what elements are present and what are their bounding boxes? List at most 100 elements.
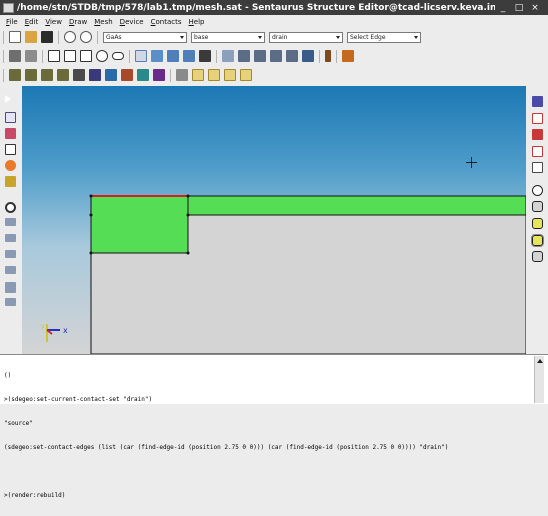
minimize-button[interactable]: _ xyxy=(495,3,511,13)
title-bar: /home/stn/STDB/tmp/578/lab1.tmp/mesh.sat… xyxy=(0,0,548,15)
select-box-icon[interactable] xyxy=(5,112,16,123)
scheme-console[interactable]: () >(sdegeo:set-current-contact-set "dra… xyxy=(0,354,548,499)
menu-help[interactable]: Help xyxy=(189,18,205,26)
extend-icon[interactable] xyxy=(183,50,195,62)
split-icon[interactable] xyxy=(151,50,163,62)
dimension-right-icon[interactable] xyxy=(254,50,266,62)
zoom-fit-icon[interactable] xyxy=(5,218,16,226)
rotate-icon[interactable] xyxy=(5,160,16,171)
save-icon[interactable] xyxy=(41,31,53,43)
doping-list-icon[interactable] xyxy=(532,146,543,157)
region-select[interactable]: base xyxy=(191,31,265,43)
drawing-viewport[interactable]: y x xyxy=(22,86,526,354)
view-mesh-icon[interactable] xyxy=(89,69,101,81)
selection-mode-select[interactable]: Select Edge xyxy=(347,31,421,43)
material-list-icon[interactable] xyxy=(532,129,543,140)
dimension-both-icon[interactable] xyxy=(270,50,282,62)
polygon-icon[interactable] xyxy=(64,50,76,62)
zoom-rect-icon[interactable] xyxy=(5,128,16,139)
y-axis-label: y xyxy=(41,323,45,330)
view-side-icon[interactable] xyxy=(41,69,53,81)
render-hidden-icon[interactable] xyxy=(532,251,543,262)
rectangle-icon[interactable] xyxy=(48,50,60,62)
view-materials-icon[interactable] xyxy=(153,69,165,81)
view-render-icon[interactable] xyxy=(73,69,85,81)
polyline-icon[interactable] xyxy=(80,50,92,62)
menu-view[interactable]: View xyxy=(45,18,62,26)
view-iso-icon[interactable] xyxy=(57,69,69,81)
boolean-icon[interactable] xyxy=(176,69,188,81)
zoom-icon[interactable] xyxy=(5,202,16,213)
maximize-button[interactable]: □ xyxy=(511,3,527,13)
boolean-subtract-icon[interactable] xyxy=(224,69,236,81)
console-line: "source" xyxy=(4,420,33,427)
ellipse-icon[interactable] xyxy=(112,52,124,60)
menu-draw[interactable]: Draw xyxy=(69,18,87,26)
dimension-table-icon[interactable] xyxy=(302,50,314,62)
region-list-icon[interactable] xyxy=(532,113,543,124)
contacts-list-icon[interactable] xyxy=(532,162,543,173)
grid-icon[interactable] xyxy=(5,176,16,187)
scroll-up-icon[interactable] xyxy=(537,359,543,363)
scale-icon[interactable] xyxy=(25,50,37,62)
vertex-marker xyxy=(89,194,93,198)
menu-contacts[interactable]: Contacts xyxy=(151,18,182,26)
circle-icon[interactable] xyxy=(96,50,108,62)
material-select[interactable]: GaAs xyxy=(103,31,187,43)
view-grid-icon[interactable] xyxy=(105,69,117,81)
console-output: () >(sdegeo:set-current-contact-set "dra… xyxy=(4,356,530,516)
axis-view-icon[interactable] xyxy=(5,282,16,293)
render-shaded-icon[interactable] xyxy=(532,218,543,229)
main-toolbar: GaAs base drain Select Edge xyxy=(0,28,548,46)
menu-file[interactable]: File xyxy=(6,18,18,26)
boolean-intersect-icon[interactable] xyxy=(208,69,220,81)
vertex-marker xyxy=(89,213,93,217)
measure-icon[interactable] xyxy=(222,50,234,62)
dimension-left-icon[interactable] xyxy=(238,50,250,62)
left-toolbar xyxy=(0,86,22,354)
view-regions-icon[interactable] xyxy=(137,69,149,81)
pointer-icon[interactable] xyxy=(5,95,11,103)
pan-hand-icon[interactable] xyxy=(5,144,16,155)
open-folder-icon[interactable] xyxy=(25,31,37,43)
close-button[interactable]: × xyxy=(527,3,543,13)
layers-icon[interactable] xyxy=(532,96,543,107)
boolean-union-icon[interactable] xyxy=(192,69,204,81)
new-file-icon[interactable] xyxy=(9,31,21,43)
toolbar-separator xyxy=(42,49,43,63)
probe-icon[interactable] xyxy=(342,50,354,62)
ruler-view-icon[interactable] xyxy=(5,298,16,306)
zoom-in-icon[interactable] xyxy=(5,234,16,242)
render-solid-icon[interactable] xyxy=(532,201,543,212)
console-line: (sdegeo:set-contact-edges (list (car (fi… xyxy=(4,444,449,451)
grid-snap-icon[interactable] xyxy=(199,50,211,62)
vertex-marker xyxy=(89,251,93,255)
right-toolbar xyxy=(526,86,548,354)
toolbar-separator xyxy=(170,68,171,82)
move-icon[interactable] xyxy=(9,50,21,62)
merge-icon[interactable] xyxy=(167,50,179,62)
vertex-marker xyxy=(186,194,190,198)
view-front-icon[interactable] xyxy=(9,69,21,81)
view-top-icon[interactable] xyxy=(25,69,37,81)
zoom-out-icon[interactable] xyxy=(5,250,16,258)
menu-device[interactable]: Device xyxy=(120,18,144,26)
select-icon[interactable] xyxy=(135,50,147,62)
undo-icon[interactable] xyxy=(64,31,76,43)
toolbar-separator xyxy=(3,68,4,82)
console-scrollbar[interactable] xyxy=(534,356,544,403)
view-doping-icon[interactable] xyxy=(121,69,133,81)
render-material-icon[interactable] xyxy=(531,234,544,247)
menu-edit[interactable]: Edit xyxy=(25,18,39,26)
render-wire-icon[interactable] xyxy=(532,185,543,196)
ruler-icon[interactable] xyxy=(325,50,331,62)
menu-mesh[interactable]: Mesh xyxy=(94,18,112,26)
zoom-reset-icon[interactable] xyxy=(5,266,16,274)
dimension-edge-icon[interactable] xyxy=(286,50,298,62)
redo-icon[interactable] xyxy=(80,31,92,43)
boolean-replace-icon[interactable] xyxy=(240,69,252,81)
contact-select[interactable]: drain xyxy=(269,31,343,43)
base-mesa-region[interactable] xyxy=(90,195,189,254)
geometry-canvas: y x xyxy=(41,194,526,354)
